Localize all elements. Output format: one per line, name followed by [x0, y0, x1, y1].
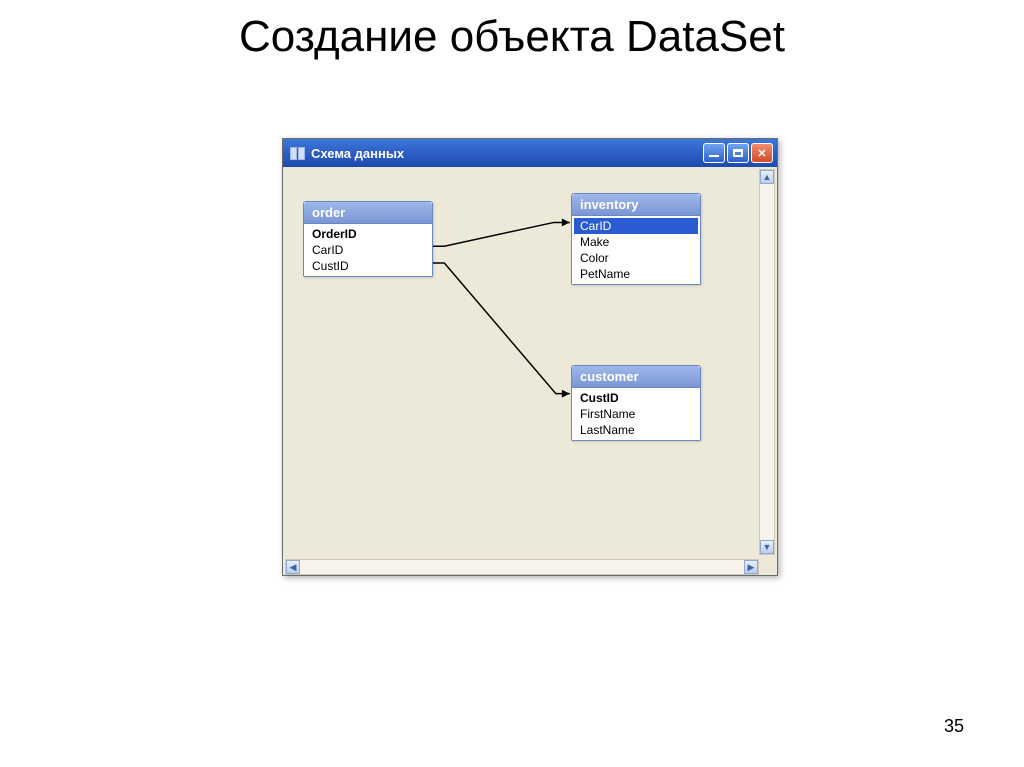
- table-order-body: OrderID CarID CustID: [304, 224, 432, 276]
- scroll-left-button[interactable]: ◀: [286, 560, 300, 574]
- table-inventory[interactable]: inventory CarID Make Color PetName: [571, 193, 701, 285]
- field-customer-lastname[interactable]: LastName: [574, 422, 698, 438]
- table-inventory-header[interactable]: inventory: [572, 194, 700, 216]
- table-customer-header[interactable]: customer: [572, 366, 700, 388]
- field-inventory-color[interactable]: Color: [574, 250, 698, 266]
- app-icon: [289, 145, 305, 161]
- scroll-right-button[interactable]: ▶: [744, 560, 758, 574]
- maximize-button[interactable]: [727, 143, 749, 163]
- field-order-custid[interactable]: CustID: [306, 258, 430, 274]
- field-order-carid[interactable]: CarID: [306, 242, 430, 258]
- diagram-canvas[interactable]: order OrderID CarID CustID inventory Car…: [285, 169, 759, 555]
- field-customer-custid[interactable]: CustID: [574, 390, 698, 406]
- table-customer-body: CustID FirstName LastName: [572, 388, 700, 440]
- vertical-scrollbar[interactable]: ▲ ▼: [759, 169, 775, 555]
- field-inventory-petname[interactable]: PetName: [574, 266, 698, 282]
- table-inventory-body: CarID Make Color PetName: [572, 216, 700, 284]
- table-customer[interactable]: customer CustID FirstName LastName: [571, 365, 701, 441]
- scroll-up-button[interactable]: ▲: [760, 170, 774, 184]
- close-button[interactable]: [751, 143, 773, 163]
- window-titlebar[interactable]: Схема данных: [283, 139, 777, 167]
- field-inventory-carid[interactable]: CarID: [574, 218, 698, 234]
- schema-window: Схема данных order OrderID CarID CustID: [282, 138, 778, 576]
- page-number: 35: [944, 716, 964, 737]
- slide-title: Создание объекта DataSet: [0, 0, 1024, 62]
- field-customer-firstname[interactable]: FirstName: [574, 406, 698, 422]
- table-order[interactable]: order OrderID CarID CustID: [303, 201, 433, 277]
- window-title: Схема данных: [311, 146, 404, 161]
- scroll-down-button[interactable]: ▼: [760, 540, 774, 554]
- field-inventory-make[interactable]: Make: [574, 234, 698, 250]
- client-area: order OrderID CarID CustID inventory Car…: [283, 167, 777, 557]
- minimize-button[interactable]: [703, 143, 725, 163]
- field-order-orderid[interactable]: OrderID: [306, 226, 430, 242]
- table-order-header[interactable]: order: [304, 202, 432, 224]
- horizontal-scrollbar[interactable]: ◀ ▶: [285, 559, 759, 575]
